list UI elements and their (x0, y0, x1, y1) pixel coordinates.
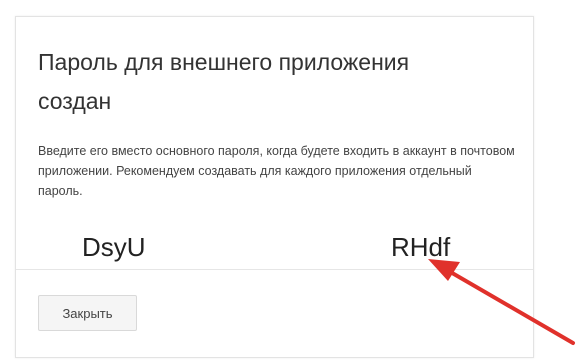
generated-password: DsyU RHdf (16, 227, 533, 273)
dialog-divider (16, 269, 533, 270)
dialog-description: Введите его вместо основного пароля, ког… (38, 144, 515, 198)
app-password-dialog: Пароль для внешнего приложения создан Вв… (15, 16, 534, 358)
password-part-first: DsyU (82, 232, 146, 262)
password-part-last: RHdf (391, 232, 451, 262)
close-button[interactable]: Закрыть (38, 295, 137, 331)
dialog-title: Пароль для внешнего приложения создан (38, 49, 410, 114)
screenshot-stage: Пароль для внешнего приложения создан Вв… (0, 0, 576, 363)
